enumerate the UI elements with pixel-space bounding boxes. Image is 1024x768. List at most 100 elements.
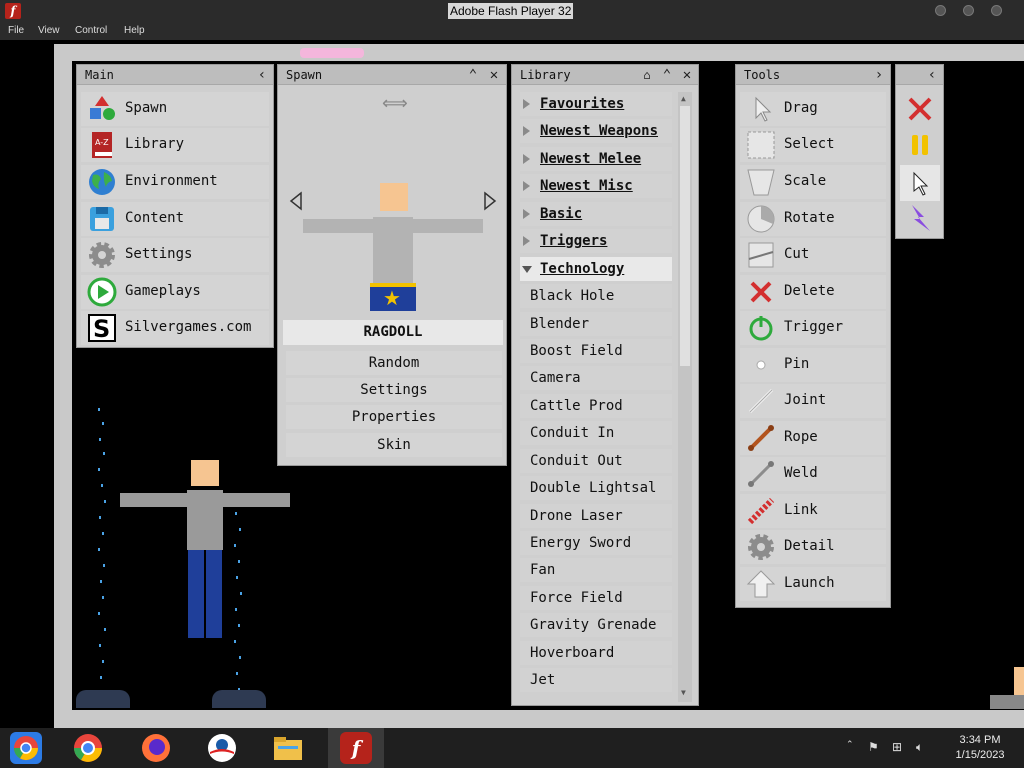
collapse-chevron-icon[interactable]: ‹ [923, 66, 941, 84]
spawn-option-settings[interactable]: Settings [286, 378, 502, 402]
tool-launch[interactable]: Launch [740, 567, 886, 601]
volume-icon[interactable]: 🔈︎ [916, 740, 923, 755]
select-mode-button[interactable] [900, 165, 940, 201]
quick-controls-panel: ‹ [895, 64, 944, 239]
library-folder-basic[interactable]: Basic [520, 202, 672, 226]
menu-bar: File View Control Help [0, 22, 1024, 40]
tool-detail[interactable]: Detail [740, 530, 886, 564]
tool-joint[interactable]: Joint [740, 384, 886, 418]
close-button[interactable] [991, 5, 1002, 16]
main-item-silvergames[interactable]: S Silvergames.com [81, 311, 269, 345]
library-folder-triggers[interactable]: Triggers [520, 229, 672, 253]
scroll-down-icon[interactable]: ▼ [681, 688, 686, 697]
scroll-up-icon[interactable]: ▲ [681, 94, 686, 103]
taskbar: f ⌃ ⚑ ⊞ 🔈︎ 3:34 PM 1/15/2023 [0, 728, 1024, 768]
library-item[interactable]: Fan [520, 558, 672, 582]
spawn-option-skin[interactable]: Skin [286, 433, 502, 457]
maximize-button[interactable] [963, 5, 974, 16]
tool-drag[interactable]: Drag [740, 92, 886, 126]
tool-rope[interactable]: Rope [740, 421, 886, 455]
panel-title: Main [85, 68, 114, 82]
clock[interactable]: 3:34 PM 1/15/2023 [944, 733, 1016, 763]
firefox-icon[interactable] [140, 732, 172, 764]
cut-icon [748, 242, 774, 268]
main-item-gameplays[interactable]: Gameplays [81, 275, 269, 309]
book-az-icon: A-Z [92, 132, 112, 158]
lightning-icon[interactable] [906, 203, 934, 233]
menu-help[interactable]: Help [124, 25, 145, 36]
main-item-settings[interactable]: Settings [81, 238, 269, 272]
ragdoll-head [191, 460, 219, 486]
ragdoll-leg-left [188, 550, 204, 638]
library-item[interactable]: Conduit Out [520, 449, 672, 473]
menu-control[interactable]: Control [75, 25, 107, 36]
prev-skin-arrow-icon[interactable] [288, 191, 304, 211]
select-box-icon [747, 131, 775, 159]
next-skin-arrow-icon[interactable] [482, 191, 498, 211]
panel-title: Library [520, 68, 571, 82]
chrome-icon[interactable] [10, 732, 42, 764]
library-folder-newest-melee[interactable]: Newest Melee [520, 147, 672, 171]
library-item[interactable]: Jet [520, 668, 672, 692]
collapse-chevron-icon[interactable]: ‹ [253, 66, 271, 84]
main-item-library[interactable]: A-Z Library [81, 128, 269, 162]
main-item-spawn[interactable]: Spawn [81, 92, 269, 126]
close-icon[interactable]: ✕ [678, 66, 696, 84]
chrome-browser-icon[interactable] [72, 732, 104, 764]
tool-select[interactable]: Select [740, 128, 886, 162]
library-folder-technology[interactable]: Technology [520, 257, 672, 281]
tool-trigger[interactable]: Trigger [740, 311, 886, 345]
library-item[interactable]: Gravity Grenade [520, 613, 672, 637]
resize-arrows-icon[interactable]: ⟺ [382, 93, 408, 114]
library-item[interactable]: Double Lightsal [520, 476, 672, 500]
library-item[interactable]: Black Hole [520, 284, 672, 308]
floppy-disk-icon [90, 207, 114, 231]
minimize-button[interactable] [935, 5, 946, 16]
home-icon[interactable]: ⌂ [638, 66, 656, 84]
launch-arrow-icon [746, 570, 776, 598]
tool-pin[interactable]: Pin [740, 348, 886, 382]
library-item[interactable]: Energy Sword [520, 531, 672, 555]
tool-scale[interactable]: Scale [740, 165, 886, 199]
tool-cut[interactable]: Cut [740, 238, 886, 272]
library-item[interactable]: Camera [520, 366, 672, 390]
library-folder-newest-weapons[interactable]: Newest Weapons [520, 119, 672, 143]
library-item[interactable]: Hoverboard [520, 641, 672, 665]
spawn-panel: Spawn ⌃ ✕ ⟺ ★ RAGDOLL Random Settings Pr… [277, 64, 507, 466]
library-item[interactable]: Boost Field [520, 339, 672, 363]
library-item[interactable]: Drone Laser [520, 504, 672, 528]
library-folder-newest-misc[interactable]: Newest Misc [520, 174, 672, 198]
main-item-environment[interactable]: Environment [81, 165, 269, 199]
close-icon[interactable]: ✕ [485, 66, 503, 84]
title-bar: f Adobe Flash Player 32 [0, 0, 1024, 22]
menu-file[interactable]: File [8, 25, 24, 36]
collapse-up-icon[interactable]: ⌃ [658, 66, 676, 84]
menu-view[interactable]: View [38, 25, 60, 36]
file-explorer-icon[interactable] [272, 732, 304, 764]
pause-icon[interactable] [906, 131, 934, 159]
library-folder-favourites[interactable]: Favourites [520, 92, 672, 116]
expand-chevron-icon[interactable]: › [870, 66, 888, 84]
library-item[interactable]: Force Field [520, 586, 672, 610]
spawn-option-properties[interactable]: Properties [286, 405, 502, 429]
tool-delete[interactable]: Delete [740, 275, 886, 309]
library-item[interactable]: Conduit In [520, 421, 672, 445]
main-item-content[interactable]: Content [81, 202, 269, 236]
obama-icon[interactable] [206, 732, 238, 764]
flag-icon[interactable]: ⚑ [868, 740, 879, 754]
ragdoll[interactable] [120, 460, 290, 640]
collapse-up-icon[interactable]: ⌃ [464, 66, 482, 84]
clear-all-x-icon[interactable] [906, 95, 934, 123]
spawn-option-random[interactable]: Random [286, 351, 502, 375]
tool-link[interactable]: Link [740, 494, 886, 528]
network-icon[interactable]: ⊞ [892, 740, 902, 754]
ragdoll-type-label[interactable]: RAGDOLL [283, 320, 503, 345]
scroll-thumb[interactable] [680, 106, 690, 366]
tray-expand-icon[interactable]: ⌃ [846, 740, 854, 750]
tool-weld[interactable]: Weld [740, 457, 886, 491]
library-scrollbar[interactable]: ▲ ▼ [678, 92, 692, 702]
library-item[interactable]: Cattle Prod [520, 394, 672, 418]
tool-rotate[interactable]: Rotate [740, 202, 886, 236]
library-item[interactable]: Blender [520, 312, 672, 336]
taskbar-active-app[interactable]: f [328, 728, 384, 768]
